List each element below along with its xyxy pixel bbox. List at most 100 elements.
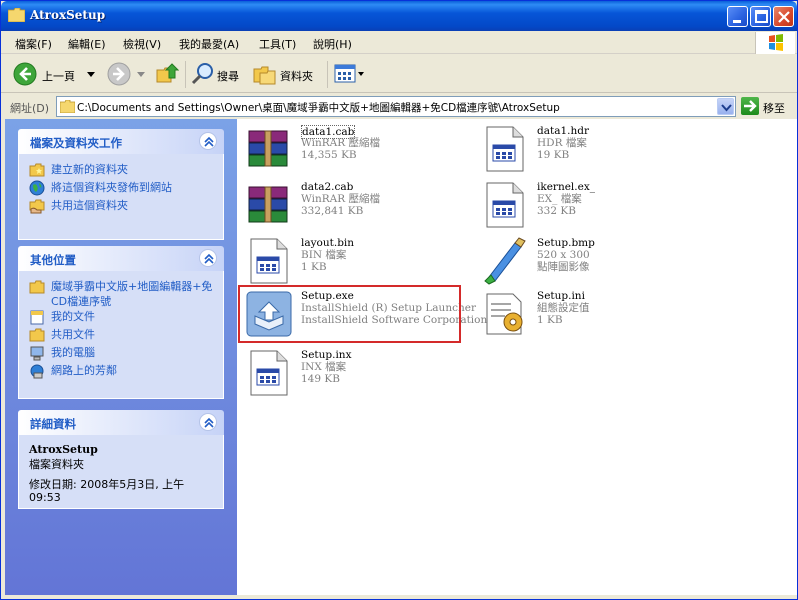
task-share-folder[interactable]: 共用這個資料夾 (29, 198, 213, 216)
file-name: data1.hdr (537, 125, 589, 137)
file-name: layout.bin (301, 237, 355, 249)
place-network[interactable]: 網路上的芳鄰 (29, 363, 213, 381)
details-name: AtroxSetup (29, 443, 98, 456)
close-button[interactable] (773, 6, 794, 27)
explorer-window: AtroxSetup 檔案(F) 編輯(E) 檢視(V) 我的最愛(A) 工具(… (0, 0, 798, 600)
ini-settings-icon (486, 293, 523, 335)
details-modified: 修改日期: 2008年5月3日, 上午 09:53 (29, 478, 185, 504)
address-input[interactable]: C:\Documents and Settings\Owner\桌面\魔域爭霸中… (56, 96, 736, 117)
file-type: INX 檔案 (301, 361, 347, 373)
title-bar[interactable]: AtroxSetup (1, 1, 797, 31)
other-places-header[interactable]: 其他位置 (18, 246, 224, 271)
windows-logo (755, 32, 795, 54)
place-shared-documents-label: 共用文件 (51, 328, 95, 341)
collapse-button[interactable] (199, 132, 217, 150)
back-button-label[interactable]: 上一頁 (42, 68, 75, 84)
chevron-up-icon (204, 417, 214, 428)
file-type: WinRAR 壓縮檔 (301, 193, 380, 205)
back-dropdown-icon[interactable] (87, 70, 95, 78)
place-network-label: 網路上的芳鄰 (51, 364, 117, 377)
address-label: 網址(D) (10, 102, 50, 115)
file-item[interactable]: Setup.bmp 520 x 300 點陣圖影像 (481, 237, 711, 291)
window-title: AtroxSetup (30, 8, 106, 22)
details-panel: 詳細資料 AtroxSetup 檔案資料夾 修改日期: 2008年5月3日, 上… (18, 410, 224, 509)
file-item[interactable]: data1.cab WinRAR 壓縮檔 14,355 KB (245, 125, 475, 179)
up-folder-icon[interactable] (155, 62, 179, 86)
task-new-folder[interactable]: 建立新的資料夾 (29, 162, 213, 180)
search-button-label[interactable]: 搜尋 (217, 68, 239, 84)
file-item[interactable]: Setup.ini 組態設定值 1 KB (481, 290, 711, 344)
file-size: 14,355 KB (301, 149, 357, 161)
collapse-button[interactable] (199, 413, 217, 431)
menu-help[interactable]: 說明(H) (313, 36, 352, 52)
folders-icon[interactable] (253, 63, 277, 85)
folder-icon (60, 100, 75, 113)
file-item[interactable]: layout.bin BIN 檔案 1 KB (245, 237, 475, 291)
search-icon[interactable] (191, 62, 215, 86)
place-shared-documents[interactable]: 共用文件 (29, 327, 213, 345)
task-publish-web-label: 將這個資料夾發佈到網站 (51, 181, 172, 194)
forward-dropdown-icon[interactable] (137, 70, 145, 78)
views-icon[interactable] (334, 63, 364, 85)
generic-file-icon (486, 182, 524, 228)
file-item[interactable]: data2.cab WinRAR 壓縮檔 332,841 KB (245, 181, 475, 235)
place-my-documents[interactable]: 我的文件 (29, 309, 213, 327)
file-size: 149 KB (301, 373, 340, 385)
minimize-button[interactable] (727, 6, 748, 27)
chevron-up-icon (204, 136, 214, 147)
file-type: 組態設定值 (537, 302, 590, 314)
back-arrow-icon[interactable] (13, 62, 37, 86)
file-tasks-panel: 檔案及資料夾工作 建立新的資料夾 將這個資料夾發佈到網站 共用這個資料夾 (18, 129, 224, 240)
task-publish-web[interactable]: 將這個資料夾發佈到網站 (29, 180, 213, 198)
go-button[interactable] (741, 97, 759, 115)
documents-icon (30, 310, 44, 325)
maximize-icon (755, 10, 768, 23)
file-list: data1.cab WinRAR 壓縮檔 14,355 KB data1.hdr… (237, 119, 797, 595)
menu-tools[interactable]: 工具(T) (259, 36, 296, 52)
place-parent-folder-label: 魔域爭霸中文版+地圖編輯器+免CD檔連序號 (51, 280, 213, 308)
winrar-icon (248, 186, 288, 223)
close-icon (778, 11, 790, 23)
network-icon (30, 364, 44, 379)
folders-button-label[interactable]: 資料夾 (280, 68, 313, 84)
winrar-icon (248, 130, 288, 167)
file-tasks-title: 檔案及資料夾工作 (30, 136, 122, 150)
file-dimensions: 520 x 300 (537, 249, 590, 261)
file-size: 332 KB (537, 205, 576, 217)
generic-file-icon (250, 238, 288, 284)
file-name: Setup.bmp (537, 237, 595, 249)
menu-favorites[interactable]: 我的最愛(A) (179, 36, 239, 52)
file-type: EX_ 檔案 (537, 193, 582, 205)
place-parent-folder[interactable]: 魔域爭霸中文版+地圖編輯器+免CD檔連序號 (29, 279, 213, 309)
menu-file[interactable]: 檔案(F) (15, 36, 52, 52)
maximize-button[interactable] (750, 6, 771, 27)
task-share-folder-label: 共用這個資料夾 (51, 199, 128, 212)
highlight-box (238, 285, 461, 343)
chevron-up-icon (204, 253, 214, 264)
computer-icon (30, 346, 44, 361)
task-new-folder-label: 建立新的資料夾 (51, 163, 128, 176)
folder-icon (29, 280, 45, 294)
place-my-documents-label: 我的文件 (51, 310, 95, 323)
go-label[interactable]: 移至 (763, 100, 785, 116)
file-item[interactable]: Setup.inx INX 檔案 149 KB (245, 349, 475, 403)
generic-file-icon (250, 350, 288, 396)
task-pane: 檔案及資料夾工作 建立新的資料夾 將這個資料夾發佈到網站 共用這個資料夾 其他位… (5, 119, 237, 595)
details-header[interactable]: 詳細資料 (18, 410, 224, 435)
forward-arrow-icon[interactable] (107, 62, 131, 86)
address-bar: 網址(D) C:\Documents and Settings\Owner\桌面… (1, 94, 797, 119)
menu-edit[interactable]: 編輯(E) (68, 36, 106, 52)
place-my-computer[interactable]: 我的電腦 (29, 345, 213, 363)
paint-icon (484, 237, 526, 285)
file-item[interactable]: ikernel.ex_ EX_ 檔案 332 KB (481, 181, 711, 235)
file-tasks-header[interactable]: 檔案及資料夾工作 (18, 129, 224, 154)
file-item[interactable]: data1.hdr HDR 檔案 19 KB (481, 125, 711, 179)
generic-file-icon (486, 126, 524, 172)
address-dropdown-button[interactable] (717, 98, 734, 115)
collapse-button[interactable] (199, 249, 217, 267)
menu-view[interactable]: 檢視(V) (123, 36, 161, 52)
toolbar-separator (185, 61, 186, 88)
file-name: Setup.inx (301, 349, 352, 361)
file-size: 332,841 KB (301, 205, 364, 217)
file-type: BIN 檔案 (301, 249, 347, 261)
